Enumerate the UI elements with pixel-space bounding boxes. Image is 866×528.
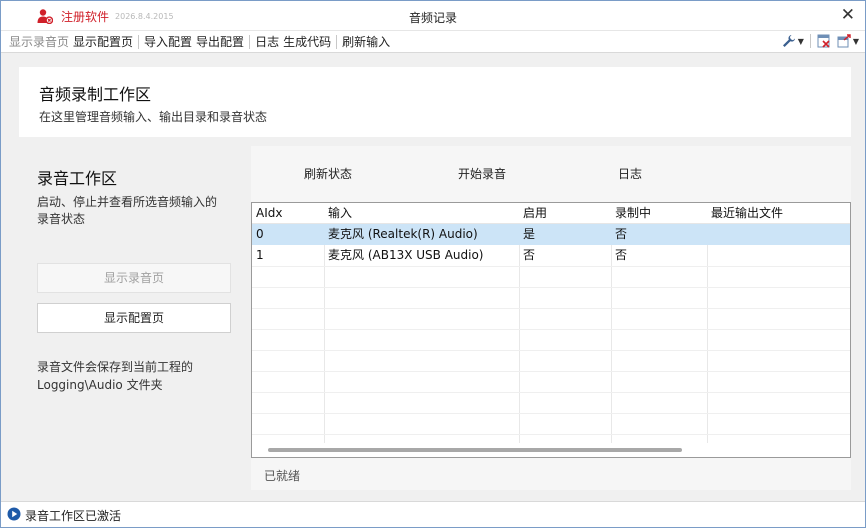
section-description: 启动、停止并查看所选音频输入的录音状态: [37, 195, 218, 226]
tools-divider: [809, 34, 811, 48]
menu-item-show-config[interactable]: 显示配置页: [71, 34, 135, 50]
page-title: 音频录制工作区: [39, 85, 152, 104]
refresh-status-button[interactable]: 刷新状态: [304, 165, 352, 182]
export-dropdown[interactable]: ▼: [837, 34, 859, 48]
grid-line: [252, 413, 850, 414]
title-bar: 注册软件 2026.8.4.2015 音频记录 ✕: [1, 1, 865, 31]
panel-status: 已就绪: [264, 469, 301, 483]
cell-last-output: [707, 224, 850, 245]
column-header-input[interactable]: 输入: [324, 203, 519, 224]
grid-line: [252, 371, 850, 372]
close-panel-icon: [817, 34, 830, 48]
menu-tools: ▼ ▼: [776, 34, 859, 48]
section-title: 录音工作区: [37, 169, 118, 188]
menu-bar: 显示录音页 显示配置页 导入配置 导出配置 日志 生成代码 刷新输入 ▼ ▼: [1, 31, 865, 53]
cell-aidx: 0: [256, 227, 264, 241]
horizontal-scrollbar[interactable]: [268, 448, 682, 452]
recording-panel: 刷新状态 开始录音 日志 AIdx 输入 启用 录制中 最近输出文件 0 麦克风…: [251, 146, 851, 490]
cell-aidx: 1: [256, 248, 264, 262]
grid-line: [252, 350, 850, 351]
table-row[interactable]: 0 麦克风 (Realtek(R) Audio) 是 否: [252, 224, 850, 245]
audio-inputs-table: AIdx 输入 启用 录制中 最近输出文件 0 麦克风 (Realtek(R) …: [251, 202, 851, 458]
cell-recording: 否: [615, 227, 628, 241]
show-config-page-button[interactable]: 显示配置页: [37, 303, 231, 333]
table-row[interactable]: 1 麦克风 (AB13X USB Audio) 否 否: [252, 245, 850, 266]
cell-last-output: [707, 245, 850, 266]
grid-line: [252, 308, 850, 309]
table-header: AIdx 输入 启用 录制中 最近输出文件: [252, 203, 850, 224]
column-header-aidx[interactable]: AIdx: [252, 203, 324, 224]
play-circle-icon: [7, 507, 21, 521]
close-button[interactable]: ✕: [841, 5, 855, 25]
tools-dropdown[interactable]: ▼: [782, 34, 804, 48]
cell-recording: 否: [615, 248, 628, 262]
page-subtitle: 在这里管理音频输入、输出目录和录音状态: [39, 110, 268, 124]
export-icon: [837, 34, 851, 48]
cell-enabled: 否: [523, 248, 536, 262]
grid-line: [252, 287, 850, 288]
menu: 显示录音页 显示配置页 导入配置 导出配置 日志 生成代码 刷新输入: [7, 34, 392, 50]
app-window: 注册软件 2026.8.4.2015 音频记录 ✕ 显示录音页 显示配置页 导入…: [0, 0, 866, 528]
menu-item-log[interactable]: 日志: [253, 34, 281, 50]
show-record-page-button[interactable]: 显示录音页: [37, 263, 231, 293]
menu-divider: [249, 35, 251, 49]
start-recording-button[interactable]: 开始录音: [458, 165, 506, 182]
column-header-recording[interactable]: 录制中: [611, 203, 707, 224]
save-location-note: 录音文件会保存到当前工程的 Logging\Audio 文件夹: [37, 360, 194, 392]
menu-item-generate-code[interactable]: 生成代码: [281, 34, 333, 50]
menu-item-refresh-inputs[interactable]: 刷新输入: [340, 34, 392, 50]
grid-line: [252, 434, 850, 435]
menu-item-export-config[interactable]: 导出配置: [194, 34, 246, 50]
window-title: 音频记录: [408, 11, 457, 25]
menu-item-show-record[interactable]: 显示录音页: [7, 34, 71, 50]
header-card: 音频录制工作区 在这里管理音频输入、输出目录和录音状态: [19, 67, 851, 137]
grid-line: [252, 266, 850, 267]
chevron-down-icon: ▼: [797, 36, 804, 46]
wrench-icon: [782, 35, 795, 47]
chevron-down-icon: ▼: [852, 36, 859, 46]
grid-line: [252, 392, 850, 393]
log-button[interactable]: 日志: [618, 165, 642, 182]
cell-input: 麦克风 (AB13X USB Audio): [328, 248, 484, 262]
cell-enabled: 是: [523, 227, 536, 241]
column-header-last-output[interactable]: 最近输出文件: [707, 203, 850, 224]
grid-line: [252, 329, 850, 330]
close-panel-button[interactable]: [817, 34, 831, 48]
cell-input: 麦克风 (Realtek(R) Audio): [328, 227, 478, 241]
menu-divider: [138, 35, 140, 49]
status-message: 录音工作区已激活: [25, 509, 122, 523]
menu-divider: [336, 35, 338, 49]
menu-item-import-config[interactable]: 导入配置: [142, 34, 194, 50]
status-bar: 录音工作区已激活: [1, 501, 865, 527]
column-header-enabled[interactable]: 启用: [519, 203, 611, 224]
